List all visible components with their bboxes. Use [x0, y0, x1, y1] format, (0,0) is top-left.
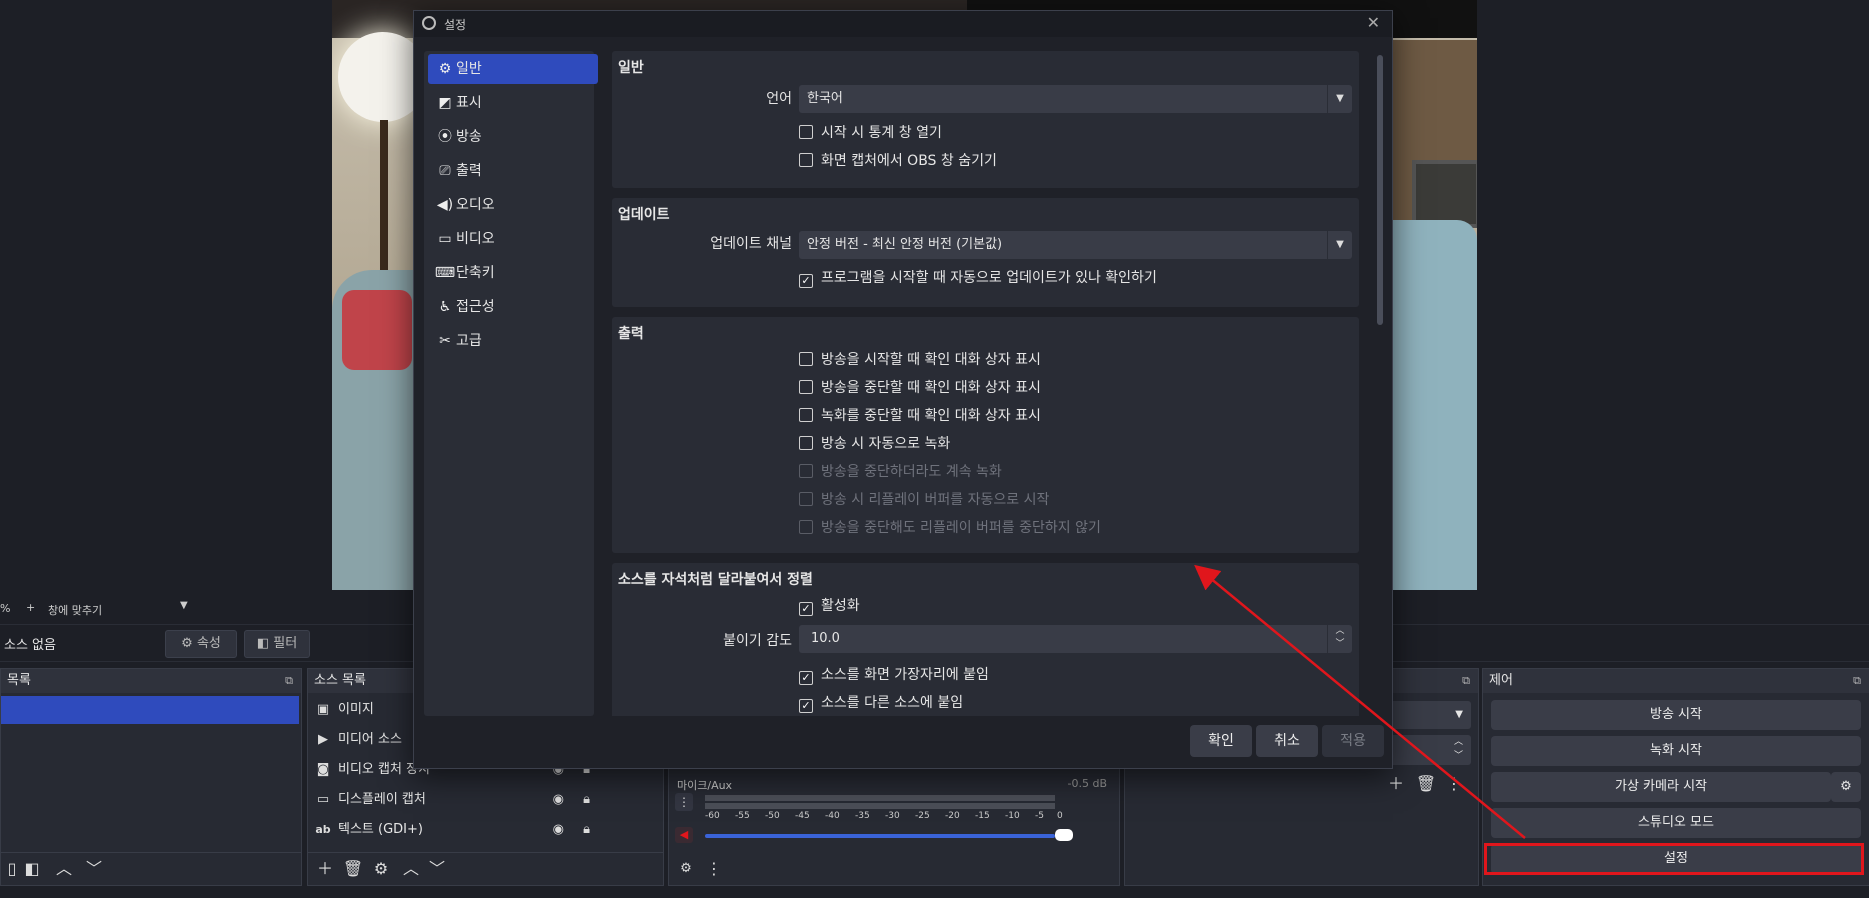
settings-button-highlight	[1484, 843, 1864, 875]
annotation-arrow	[1194, 564, 1526, 839]
